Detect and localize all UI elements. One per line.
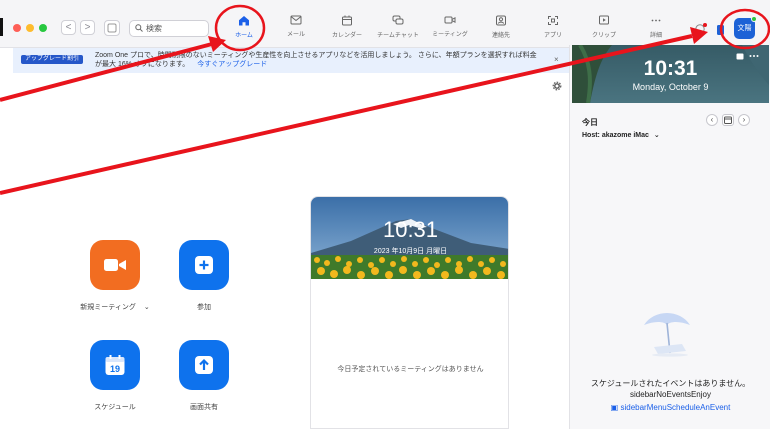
status-badge	[751, 16, 757, 22]
video-icon	[444, 16, 456, 24]
schedule-day-number: 19	[110, 364, 120, 374]
banner-message-line2-text: が最大 16% オフになります。	[95, 61, 190, 68]
tab-more-label: 詳細	[649, 33, 662, 39]
chevron-down-icon: ⌄	[653, 132, 660, 139]
no-meetings-message: 今日予定されているミーティングはありません	[337, 366, 484, 373]
clips-icon	[599, 15, 609, 25]
banner-close-button[interactable]: ×	[554, 55, 559, 64]
share-screen-button[interactable]	[179, 340, 229, 390]
join-button[interactable]	[179, 240, 229, 290]
contacts-icon	[496, 15, 506, 26]
upgrade-discount-badge: アップグレード割引	[21, 55, 84, 64]
top-navigation-bar: < > 検索 ホーム メール カレンダー チームチャット ミーティング 連絡先 …	[0, 0, 770, 48]
calendar-sidebar: 10:31 Monday, October 9 今日 Host: akazome…	[569, 45, 770, 429]
upgrade-banner: アップグレード割引 Zoom One プロで、時間制限のないミーティングや生産性…	[13, 48, 569, 73]
schedule-button[interactable]: 19	[90, 340, 140, 390]
banner-message-line1: Zoom One プロで、時間制限のないミーティングや生産性を向上させるアプリな…	[95, 52, 537, 59]
chat-icon	[392, 15, 404, 25]
search-icon	[135, 24, 143, 32]
tab-calendar-label: カレンダー	[331, 33, 362, 39]
close-window-button[interactable]	[13, 24, 21, 32]
new-meeting-text: 新規ミーティング	[80, 304, 136, 311]
tab-clips[interactable]: クリップ	[578, 15, 630, 39]
home-icon	[239, 16, 249, 26]
tab-contacts-label: 連絡先	[491, 33, 510, 39]
history-icon	[107, 23, 117, 33]
calendar-plus-icon: ▣	[610, 403, 619, 412]
home-main-panel: 新規ミーティング ⌄ 参加 19 スケジュール 画面共有 10:31 2023 …	[13, 73, 569, 429]
today-heading: 今日	[582, 118, 598, 127]
window-edge-marker	[0, 18, 3, 36]
share-screen-icon	[195, 356, 213, 374]
calendar-picker-button[interactable]	[722, 114, 734, 126]
sidebar-clock-time: 10:31	[643, 57, 698, 80]
plus-icon	[195, 256, 213, 274]
no-events-message: スケジュールされたイベントはありません。	[590, 379, 751, 388]
tab-meetings-label: ミーティング	[432, 32, 468, 38]
host-label: Host: akazome iMac	[582, 132, 649, 139]
new-meeting-button[interactable]	[90, 240, 140, 290]
window-controls	[13, 24, 47, 32]
tab-home[interactable]: ホーム	[218, 15, 270, 39]
banner-message: Zoom One プロで、時間制限のないミーティングや生産性を向上させるアプリな…	[95, 51, 555, 69]
gear-icon[interactable]	[552, 81, 562, 91]
apps-icon	[548, 16, 558, 25]
card-date: 2023 年10月9日 月曜日	[373, 248, 448, 255]
back-button[interactable]: <	[61, 20, 76, 35]
tab-team-chat-label: チームチャット	[377, 33, 419, 39]
tab-meetings[interactable]: ミーティング	[424, 15, 476, 38]
join-label: 参加	[197, 304, 211, 311]
video-camera-icon	[104, 259, 126, 271]
banner-message-line2: が最大 16% オフになります。 今すぐアップグレード	[95, 60, 555, 69]
tab-clips-label: クリップ	[591, 33, 616, 39]
beach-umbrella-icon	[644, 313, 690, 357]
tab-apps[interactable]: アプリ	[527, 15, 579, 39]
search-placeholder: 検索	[146, 24, 162, 33]
sidebar-clock-header: 10:31 Monday, October 9	[572, 45, 769, 103]
calendar-icon	[724, 116, 732, 124]
card-clock-time: 10:31	[382, 217, 439, 242]
tab-contacts[interactable]: 連絡先	[475, 15, 527, 39]
tab-mail-label: メール	[286, 32, 305, 38]
tab-team-chat[interactable]: チームチャット	[372, 15, 424, 39]
device-icon[interactable]	[716, 24, 726, 36]
history-button[interactable]	[104, 20, 120, 36]
search-input[interactable]: 検索	[129, 20, 209, 37]
sidebar-date: Monday, October 9	[632, 82, 709, 92]
tab-apps-label: アプリ	[543, 33, 562, 39]
share-screen-label: 画面共有	[190, 404, 218, 411]
minimize-window-button[interactable]	[26, 24, 34, 32]
schedule-event-link-label: sidebarMenuScheduleAnEvent	[620, 403, 731, 412]
zoom-window: < > 検索 ホーム メール カレンダー チームチャット ミーティング 連絡先 …	[0, 0, 770, 429]
no-events-enjoy-text: sidebarNoEventsEnjoy	[630, 390, 711, 399]
tab-calendar[interactable]: カレンダー	[321, 15, 373, 39]
host-selector[interactable]: Host: akazome iMac ⌄	[582, 131, 660, 139]
previous-day-button[interactable]: ‹	[706, 114, 718, 126]
forward-button[interactable]: >	[80, 20, 95, 35]
bell-icon[interactable]	[694, 22, 708, 36]
tab-more[interactable]: 詳細	[630, 15, 682, 39]
tab-mail[interactable]: メール	[270, 15, 322, 38]
calendar-icon: 19	[105, 355, 125, 375]
upgrade-now-link[interactable]: 今すぐアップグレード	[197, 61, 267, 68]
more-icon	[651, 19, 661, 22]
mail-icon	[290, 15, 302, 25]
zoom-window-button[interactable]	[39, 24, 47, 32]
calendar-icon	[342, 15, 352, 26]
today-meetings-card: 10:31 2023 年10月9日 月曜日 今日予定されているミーティングはあり…	[310, 196, 509, 429]
next-day-button[interactable]: ›	[738, 114, 750, 126]
schedule-event-link[interactable]: ▣ sidebarMenuScheduleAnEvent	[570, 403, 770, 412]
tab-home-label: ホーム	[235, 33, 253, 39]
